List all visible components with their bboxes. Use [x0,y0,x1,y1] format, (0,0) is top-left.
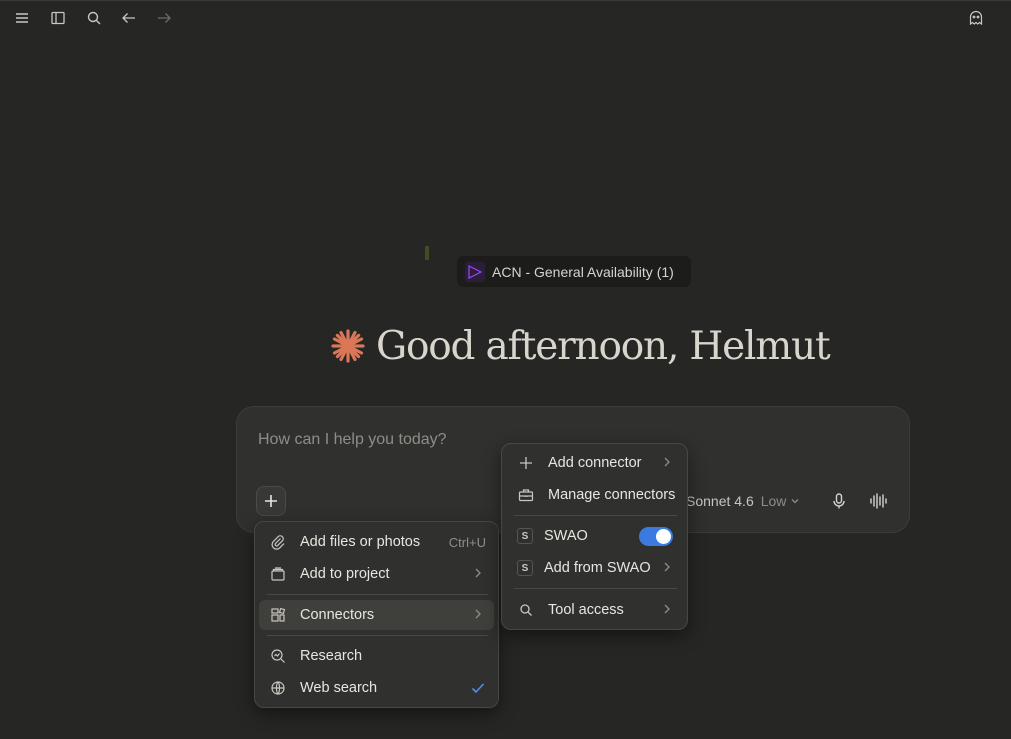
swao-badge-icon: S [517,560,533,576]
menu-icon[interactable] [12,8,32,28]
swao-toggle[interactable] [639,526,673,546]
pinned-item-label: ACN - General Availability (1) [492,263,674,280]
effort-label: Low [760,493,787,509]
add-files-shortcut: Ctrl+U [448,534,486,550]
toolbox-icon [517,486,535,504]
add-from-swao-menu-item[interactable]: S Add from SWAO [506,553,683,583]
voice-mode-button[interactable] [868,491,888,511]
search-icon[interactable] [84,8,104,28]
attach-button[interactable] [256,486,286,516]
add-to-project-menu-item[interactable]: Add to project [259,559,494,589]
waveform-icon [870,493,887,509]
chevron-right-icon [472,608,486,622]
paperclip-icon [269,533,287,551]
plus-icon [265,495,277,507]
chevron-right-icon [472,567,486,581]
add-files-menu-item[interactable]: Add files or photos Ctrl+U [259,527,494,557]
add-to-project-label: Add to project [300,566,390,582]
back-arrow-icon[interactable] [119,8,139,28]
chevron-right-icon [661,561,675,575]
add-from-swao-label: Add from SWAO [544,560,651,576]
greeting-title: Good afternoon, Helmut [376,323,831,369]
forward-arrow-icon[interactable] [154,8,174,28]
model-selector[interactable]: Sonnet 4.6 Low [686,493,800,509]
connectors-menu-item[interactable]: Connectors [259,600,494,630]
pinned-item-pill[interactable]: ACN - General Availability (1) [457,256,691,287]
sidebar-toggle-icon[interactable] [48,8,68,28]
chevron-right-icon [661,603,675,617]
accenture-logo-icon [465,261,485,282]
small-marker [425,246,429,260]
toggle-knob [656,528,671,544]
message-input[interactable]: How can I help you today? [258,431,447,449]
plus-icon [517,454,535,472]
model-effort[interactable]: Low [761,493,801,509]
add-connector-menu-item[interactable]: Add connector [506,448,683,478]
swao-label: SWAO [544,528,588,544]
tool-access-label: Tool access [548,602,624,618]
claude-star-icon [331,329,365,363]
research-label: Research [300,648,363,664]
connectors-label: Connectors [300,607,375,623]
top-toolbar [0,0,1011,34]
model-name: Sonnet 4.6 [686,493,754,509]
microphone-icon [833,493,845,509]
menu-divider [267,594,488,595]
chevron-right-icon [661,456,675,470]
web-search-label: Web search [300,680,378,696]
attach-menu: Add files or photos Ctrl+U Add to projec… [254,521,499,708]
greeting: Good afternoon, Helmut [330,318,831,374]
chevron-down-icon [791,499,799,504]
swao-badge-icon: S [517,528,533,544]
microphone-button[interactable] [829,491,849,511]
connectors-submenu: Add connector Manage connectors S SWAO S… [501,443,688,630]
add-connector-label: Add connector [548,455,642,471]
research-icon [269,647,287,665]
project-box-icon [269,565,287,583]
manage-connectors-label: Manage connectors [548,487,676,503]
tool-access-menu-item[interactable]: Tool access [506,595,683,625]
menu-divider [514,515,677,516]
add-files-label: Add files or photos [300,534,421,550]
web-search-menu-item[interactable]: Web search [259,673,494,703]
connectors-grid-icon [269,606,287,624]
manage-connectors-menu-item[interactable]: Manage connectors [506,480,683,510]
checkmark-icon [470,680,486,696]
menu-divider [514,588,677,589]
globe-icon [269,679,287,697]
research-menu-item[interactable]: Research [259,641,494,671]
menu-divider [267,635,488,636]
swao-connector-item[interactable]: S SWAO [506,521,683,551]
ghost-icon[interactable] [966,8,986,28]
search-icon [517,601,535,619]
